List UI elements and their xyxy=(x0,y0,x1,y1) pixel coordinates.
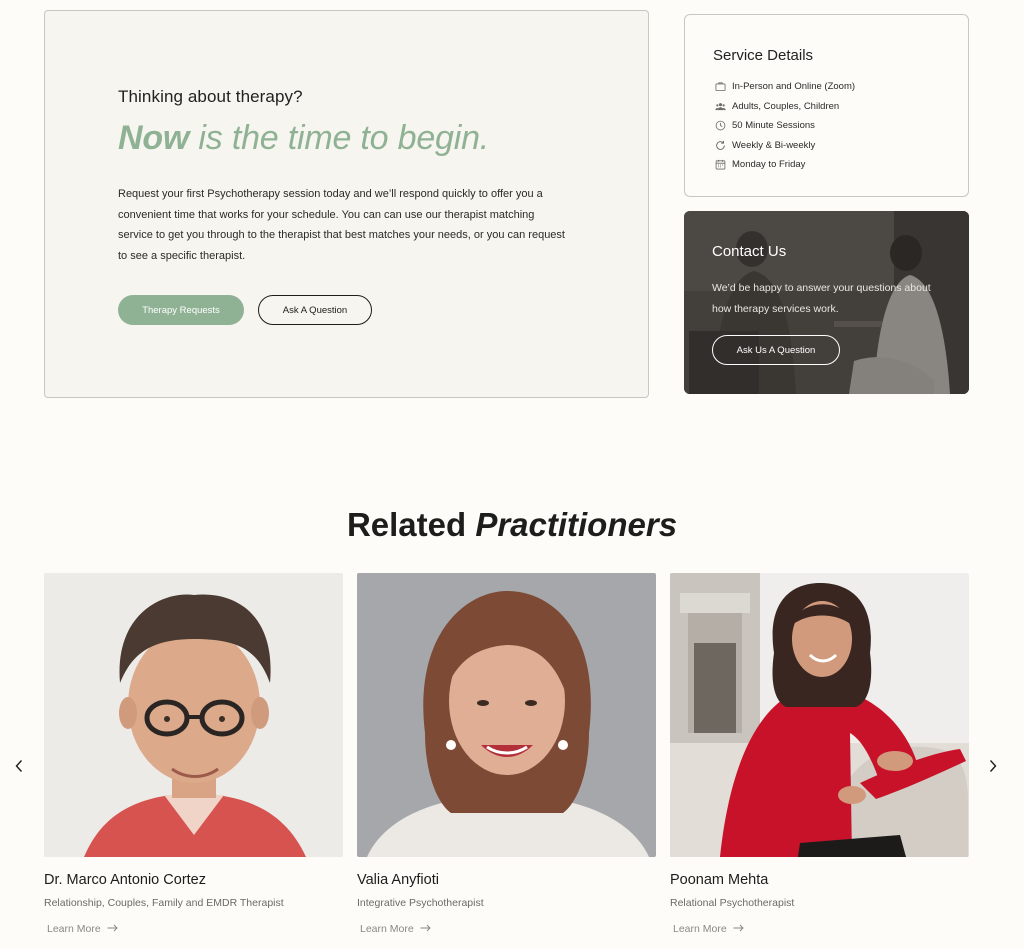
learn-more-label: Learn More xyxy=(673,923,727,935)
practitioner-card[interactable]: Poonam Mehta Relational Psychotherapist … xyxy=(670,573,969,937)
service-item-label: 50 Minute Sessions xyxy=(732,120,815,132)
hero-card: Thinking about therapy? Now is the time … xyxy=(44,10,649,398)
calendar-icon xyxy=(715,159,726,170)
service-item-label: In-Person and Online (Zoom) xyxy=(732,81,856,93)
service-details-card: Service Details In-Person and Online (Zo… xyxy=(684,14,969,197)
service-details-title: Service Details xyxy=(713,47,814,64)
chevron-right-icon xyxy=(988,759,998,776)
service-item-label: Adults, Couples, Children xyxy=(732,100,840,112)
ask-us-a-question-button[interactable]: Ask Us A Question xyxy=(712,335,840,365)
practitioner-name: Dr. Marco Antonio Cortez xyxy=(44,872,206,888)
users-icon xyxy=(715,101,726,112)
hero-buttons: Therapy Requests Ask A Question xyxy=(118,295,372,325)
practitioner-card[interactable]: Dr. Marco Antonio Cortez Relationship, C… xyxy=(44,573,343,937)
service-item-label: Weekly & Bi-weekly xyxy=(732,139,816,151)
practitioner-role: Relationship, Couples, Family and EMDR T… xyxy=(44,897,284,909)
practitioner-card[interactable]: Valia Anyfioti Integrative Psychotherapi… xyxy=(357,573,656,937)
practitioner-photo[interactable] xyxy=(44,573,343,857)
contact-card: Contact Us We’d be happy to answer your … xyxy=(684,211,969,394)
arrow-right-icon xyxy=(420,923,431,935)
hero-content: Thinking about therapy? Now is the time … xyxy=(118,87,578,266)
learn-more-link[interactable]: Learn More xyxy=(47,923,118,935)
carousel-next-button[interactable] xyxy=(985,757,1001,777)
service-item-clients: Adults, Couples, Children xyxy=(715,97,855,117)
service-item-frequency: Weekly & Bi-weekly xyxy=(715,136,855,156)
service-item-days: Monday to Friday xyxy=(715,155,855,175)
hero-body: Request your first Psychotherapy session… xyxy=(118,188,565,262)
service-item-label: Monday to Friday xyxy=(732,159,806,171)
carousel-prev-button[interactable] xyxy=(11,757,27,777)
practitioner-photo[interactable] xyxy=(670,573,969,857)
arrow-right-icon xyxy=(107,923,118,935)
learn-more-label: Learn More xyxy=(47,923,101,935)
service-item-duration: 50 Minute Sessions xyxy=(715,116,855,136)
refresh-icon xyxy=(715,140,726,151)
hero-eyebrow: Thinking about therapy? xyxy=(118,87,303,106)
section-title: Related Practitioners xyxy=(0,506,1024,544)
ask-a-question-button[interactable]: Ask A Question xyxy=(258,295,372,325)
section-title-emphasis: Practitioners xyxy=(475,506,678,543)
hero-headline-strong: Now xyxy=(118,119,190,157)
practitioner-photo[interactable] xyxy=(357,573,656,857)
hero-headline: Now is the time to begin. xyxy=(118,119,578,158)
therapy-requests-button[interactable]: Therapy Requests xyxy=(118,295,244,325)
learn-more-link[interactable]: Learn More xyxy=(360,923,431,935)
hero-headline-rest: is the time to begin. xyxy=(189,119,490,157)
chevron-left-icon xyxy=(14,759,24,776)
service-item-format: In-Person and Online (Zoom) xyxy=(715,77,855,97)
contact-title: Contact Us xyxy=(712,243,787,260)
briefcase-icon xyxy=(715,81,726,92)
service-details-list: In-Person and Online (Zoom) Adults, Coup… xyxy=(715,77,855,175)
practitioner-name: Valia Anyfioti xyxy=(357,872,439,888)
practitioner-role: Integrative Psychotherapist xyxy=(357,897,484,909)
practitioner-name: Poonam Mehta xyxy=(670,872,769,888)
section-title-plain: Related xyxy=(346,506,476,543)
learn-more-label: Learn More xyxy=(360,923,414,935)
clock-icon xyxy=(715,120,726,131)
learn-more-link[interactable]: Learn More xyxy=(673,923,744,935)
arrow-right-icon xyxy=(733,923,744,935)
practitioner-role: Relational Psychotherapist xyxy=(670,897,795,909)
contact-text: We’d be happy to answer your questions a… xyxy=(712,282,931,315)
